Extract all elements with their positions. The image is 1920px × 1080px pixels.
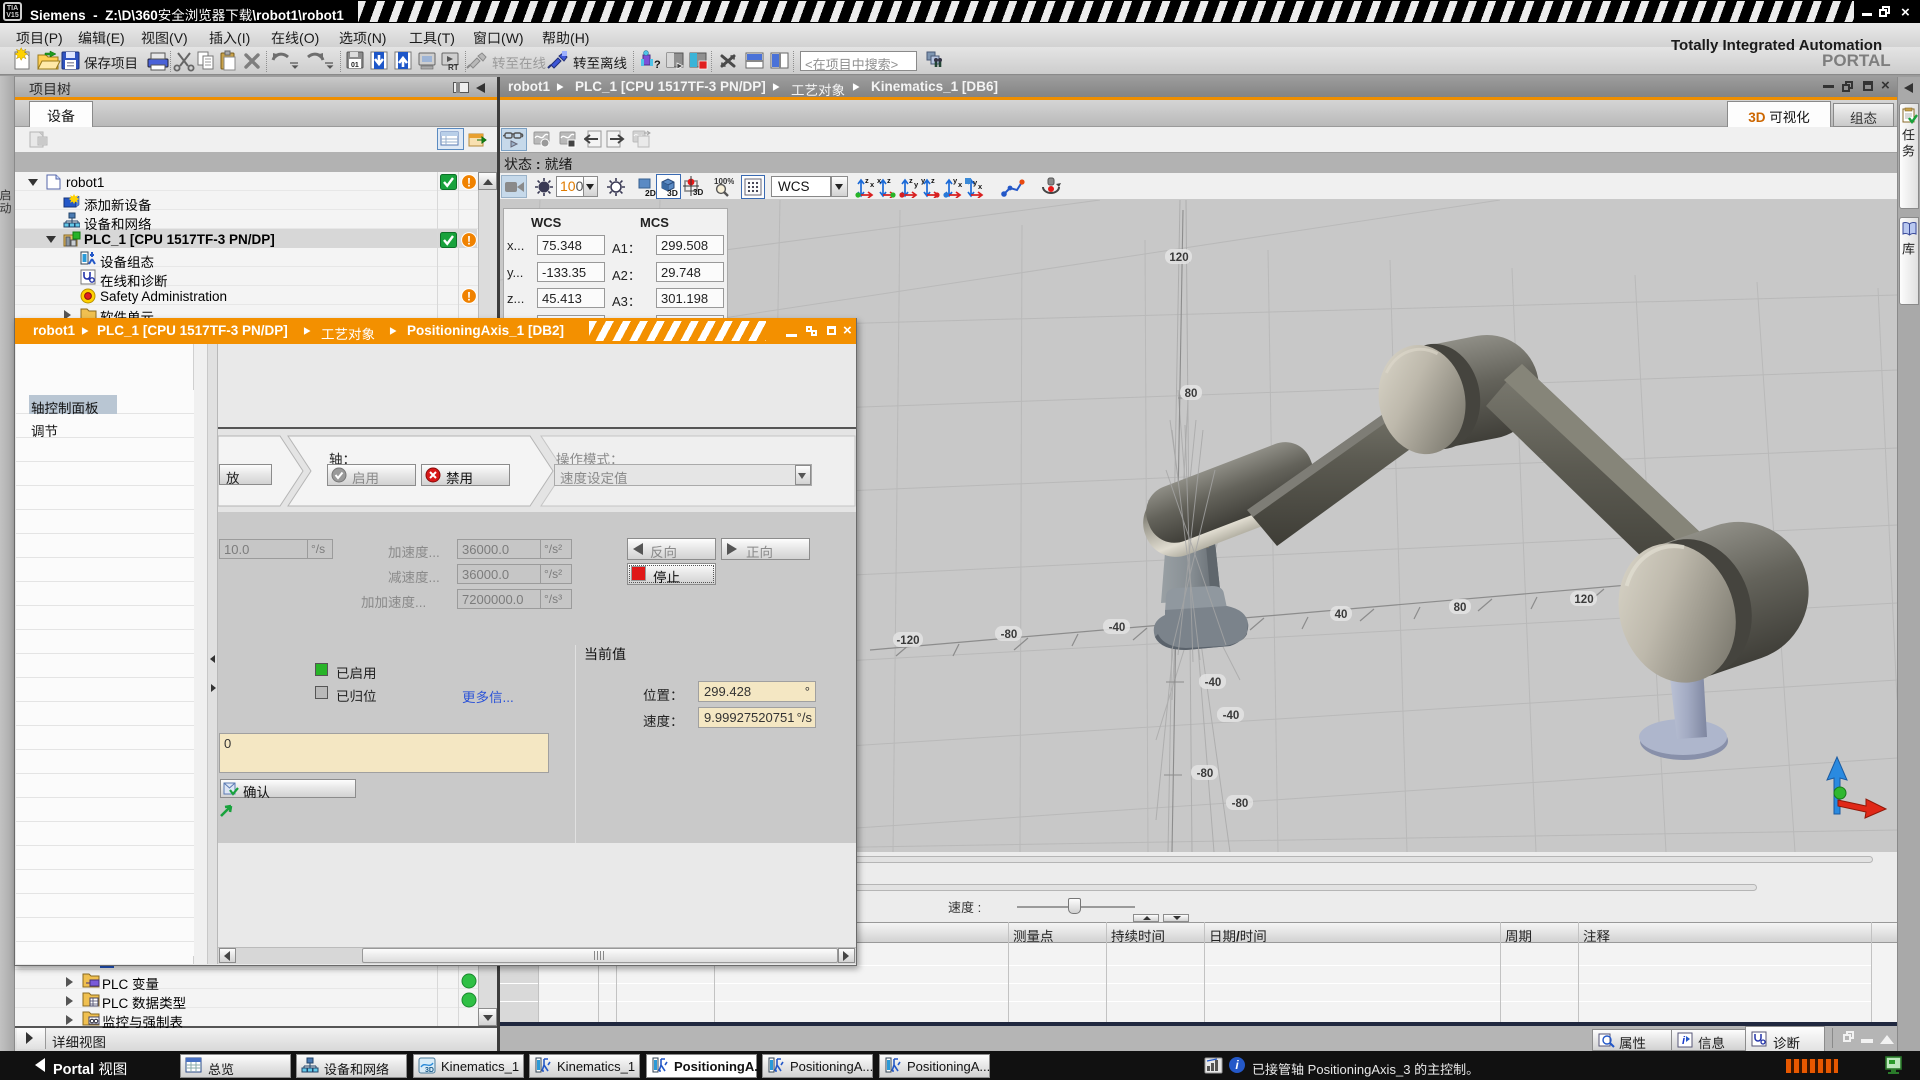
svg-text:x: x [958,180,963,189]
svg-text:-40: -40 [1109,622,1126,634]
svg-text:z: z [887,176,891,185]
svg-text:3D: 3D [667,188,678,197]
svg-text:RT: RT [448,63,459,72]
svg-text:!: ! [467,290,471,304]
svg-text:z: z [931,176,935,185]
svg-text:x: x [978,182,983,191]
svg-text:-120: -120 [896,635,919,647]
svg-text:2D: 2D [645,188,656,197]
svg-text:3D: 3D [693,188,703,197]
svg-text:z: z [865,176,869,185]
svg-text:80: 80 [1454,602,1467,614]
svg-text:01: 01 [351,62,359,69]
svg-text:!: ! [467,176,471,190]
svg-text:?: ? [654,59,661,71]
svg-text:y: y [914,180,919,189]
svg-text:-80: -80 [1197,768,1214,780]
svg-text:-80: -80 [1001,629,1018,641]
svg-text:40: 40 [1335,609,1348,621]
svg-text:z: z [909,176,913,185]
svg-text:-40: -40 [1223,710,1240,722]
svg-text:x: x [870,180,875,189]
svg-text:80: 80 [1185,388,1198,400]
svg-text:!: ! [467,234,471,248]
svg-text:-40: -40 [1205,677,1222,689]
svg-text:3D: 3D [425,1067,434,1074]
svg-text:120: 120 [1574,594,1593,606]
svg-text:120: 120 [1169,252,1188,264]
svg-text:-80: -80 [1232,798,1249,810]
svg-text:100%: 100% [714,177,734,186]
